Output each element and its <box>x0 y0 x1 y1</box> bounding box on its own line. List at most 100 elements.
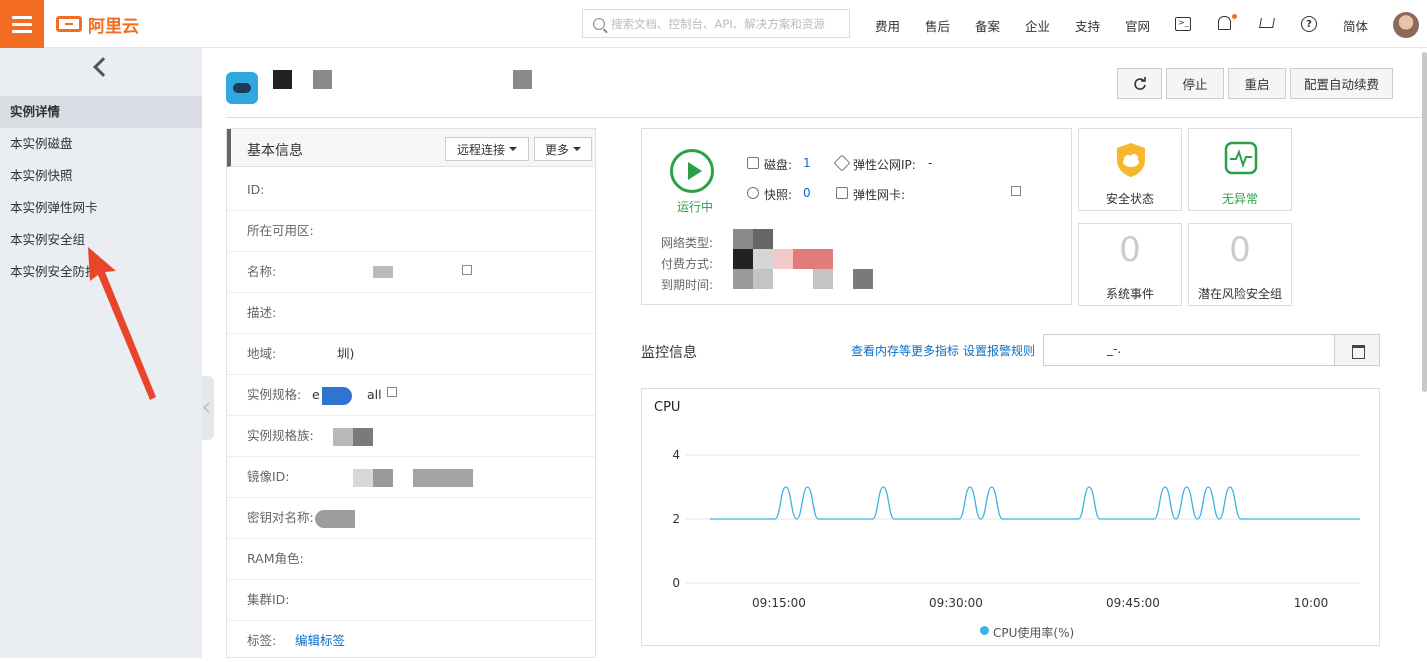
nav-official[interactable]: 官网 <box>1125 16 1150 35</box>
nav-after-sales[interactable]: 售后 <box>925 16 950 35</box>
restart-button[interactable]: 重启 <box>1228 68 1286 99</box>
copy-icon[interactable] <box>462 265 472 275</box>
info-label: RAM角色: <box>247 551 304 566</box>
header-divider <box>226 117 1423 118</box>
info-label: 描述: <box>247 305 277 320</box>
redacted-block <box>793 249 833 269</box>
redacted-block <box>313 70 332 89</box>
expire-time-label: 到期时间: <box>661 278 714 292</box>
sidebar-item-eni[interactable]: 本实例弹性网卡 <box>0 192 202 224</box>
date-range-input[interactable]: _-. <box>1043 334 1380 366</box>
x-tick-label: 09:45:00 <box>1106 596 1160 610</box>
calendar-icon[interactable] <box>1334 334 1380 366</box>
nav-fees[interactable]: 费用 <box>875 16 900 35</box>
info-row-spec-family: 实例规格族: <box>227 416 595 457</box>
more-label: 更多 <box>544 142 569 157</box>
info-row-zone: 所在可用区: <box>227 211 595 252</box>
y-tick-label: 4 <box>672 448 680 462</box>
snapshot-label: 快照: <box>764 188 793 202</box>
spec-value-prefix: e <box>312 387 320 402</box>
eip-label: 弹性公网IP: <box>853 158 916 172</box>
redacted-block <box>813 269 833 289</box>
redacted-block <box>322 387 352 405</box>
security-status-card[interactable]: 安全状态 <box>1078 128 1182 211</box>
more-metrics-link[interactable]: 查看内存等更多指标 <box>851 342 959 359</box>
auto-renew-button[interactable]: 配置自动续费 <box>1290 68 1393 99</box>
cpu-line-chart: 0 2 4 09:15:00 09:30:00 09:45:00 10:00 <box>672 448 1360 610</box>
bell-icon[interactable] <box>1218 16 1231 30</box>
notification-dot <box>1232 14 1237 19</box>
spec-value-suffix: all <box>367 387 382 402</box>
heartbeat-icon <box>1224 141 1258 175</box>
risk-security-group-card[interactable]: 0 潜在风险安全组 <box>1188 223 1292 306</box>
brand-logo[interactable]: 阿里云 <box>56 12 139 37</box>
edit-tags-link[interactable]: 编辑标签 <box>295 621 345 661</box>
basic-info-panel: 基本信息 远程连接 更多 ID: 所在可用区: 名称: 描述: 地域: 圳) 实例… <box>226 128 596 658</box>
cart-icon[interactable] <box>1259 18 1275 28</box>
info-row-description: 描述: <box>227 293 595 334</box>
copy-icon[interactable] <box>387 387 397 397</box>
legend-label[interactable]: CPU使用率(%) <box>993 624 1074 641</box>
disk-icon <box>747 157 759 169</box>
info-label: 镜像ID: <box>247 469 290 484</box>
eni-icon <box>836 187 848 199</box>
language-switch[interactable]: 简体 <box>1343 16 1368 35</box>
chevron-down-icon <box>509 147 517 151</box>
info-row-spec: 实例规格: e all <box>227 375 595 416</box>
remote-connect-label: 远程连接 <box>456 142 505 157</box>
instance-icon <box>226 72 258 104</box>
alarm-rules-link[interactable]: 设置报警规则 <box>963 342 1035 359</box>
remote-connect-button[interactable]: 远程连接 <box>445 137 529 161</box>
snapshot-icon <box>747 187 759 199</box>
system-events-count: 0 <box>1119 230 1141 270</box>
terminal-icon[interactable]: >_ <box>1175 17 1191 31</box>
no-anomaly-card[interactable]: 无异常 <box>1188 128 1292 211</box>
shield-icon <box>1117 143 1145 177</box>
info-row-cluster-id: 集群ID: <box>227 580 595 621</box>
info-label: 密钥对名称: <box>247 510 314 525</box>
help-icon[interactable]: ? <box>1301 16 1317 32</box>
nav-support[interactable]: 支持 <box>1075 16 1100 35</box>
info-label: ID: <box>247 182 265 197</box>
page-scrollbar[interactable] <box>1422 52 1427 392</box>
x-tick-label: 09:15:00 <box>752 596 806 610</box>
search-input[interactable]: 搜索文档、控制台、API、解决方案和资源 <box>582 9 850 38</box>
avatar[interactable] <box>1393 12 1419 38</box>
disk-count[interactable]: 1 <box>803 156 811 170</box>
redacted-block <box>773 249 793 269</box>
redacted-block <box>753 249 773 269</box>
cpu-chart-panel: CPU 0 2 4 09:15:00 09:30:00 09:45:00 10:00 CPU… <box>641 388 1380 646</box>
redacted-block <box>273 70 292 89</box>
more-button[interactable]: 更多 <box>534 137 592 161</box>
sidebar-item-disks[interactable]: 本实例磁盘 <box>0 128 202 160</box>
redacted-block <box>733 249 753 269</box>
eni-label: 弹性网卡: <box>853 188 906 202</box>
risk-security-group-count: 0 <box>1229 230 1251 270</box>
redacted-block <box>753 269 773 289</box>
info-label: 标签: <box>247 633 277 648</box>
redacted-block <box>373 469 393 487</box>
menu-icon[interactable] <box>0 0 44 48</box>
sidebar-collapse-handle[interactable] <box>202 376 214 440</box>
eip-value: - <box>928 156 933 170</box>
copy-icon[interactable] <box>1011 186 1021 196</box>
nav-icp[interactable]: 备案 <box>975 16 1000 35</box>
info-row-name: 名称: <box>227 252 595 293</box>
snapshot-count[interactable]: 0 <box>803 186 811 200</box>
nav-enterprise[interactable]: 企业 <box>1025 16 1050 35</box>
legend-swatch <box>980 626 989 635</box>
back-icon[interactable] <box>93 57 113 77</box>
sidebar-item-instance-details[interactable]: 实例详情 <box>0 96 202 128</box>
sidebar-item-snapshots[interactable]: 本实例快照 <box>0 160 202 192</box>
info-label: 所在可用区: <box>247 223 314 238</box>
security-status-label: 安全状态 <box>1105 192 1154 206</box>
system-events-card[interactable]: 0 系统事件 <box>1078 223 1182 306</box>
date-range-value: _-. <box>1107 342 1122 356</box>
disk-label: 磁盘: <box>764 158 793 172</box>
basic-info-header: 基本信息 远程连接 更多 <box>227 129 595 167</box>
stop-button[interactable]: 停止 <box>1166 68 1224 99</box>
info-row-tags: 标签: 编辑标签 <box>227 621 595 662</box>
refresh-button[interactable] <box>1117 68 1162 99</box>
payment-method-label: 付费方式: <box>661 257 714 271</box>
chevron-down-icon <box>573 147 581 151</box>
